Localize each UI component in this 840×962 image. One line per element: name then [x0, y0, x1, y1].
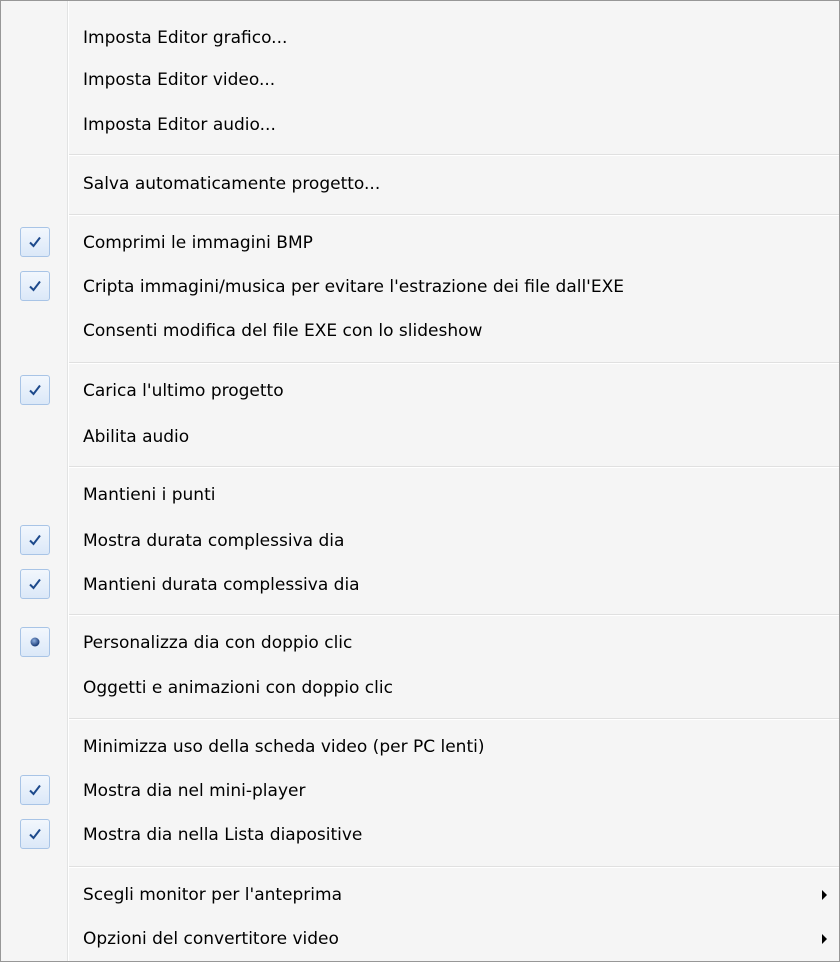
menu-item-scegli-monitor-anteprima[interactable]: Scegli monitor per l'anteprima — [1, 872, 839, 918]
menu-item-mostra-dia-mini-player[interactable]: Mostra dia nel mini-player — [1, 768, 839, 814]
menu-item-label: Abilita audio — [83, 427, 190, 447]
menu-item-label: Mostra dia nella Lista diapositive — [83, 825, 363, 845]
check-mark-icon — [20, 271, 50, 301]
check-mark-icon — [20, 227, 50, 257]
menu-item-carica-ultimo-progetto[interactable]: Carica l'ultimo progetto — [1, 368, 839, 414]
menu-item-mantieni-durata-complessiva[interactable]: Mantieni durata complessiva dia — [1, 562, 839, 608]
menu-separator — [69, 614, 839, 616]
menu-item-label: Consenti modifica del file EXE con lo sl… — [83, 321, 483, 341]
menu-item-label: Cripta immagini/musica per evitare l'est… — [83, 277, 624, 297]
menu-item-label: Mantieni durata complessiva dia — [83, 575, 360, 595]
menu-item-imposta-editor-video[interactable]: Imposta Editor video... — [1, 57, 839, 103]
menu-separator — [69, 866, 839, 868]
check-mark-icon — [20, 525, 50, 555]
check-mark-icon — [20, 375, 50, 405]
submenu-arrow-icon — [822, 890, 827, 900]
menu-separator — [69, 214, 839, 216]
menu-item-mantieni-punti[interactable]: Mantieni i punti — [1, 472, 839, 518]
context-menu: Imposta Editor grafico... Imposta Editor… — [0, 0, 840, 962]
menu-item-label: Salva automaticamente progetto... — [83, 174, 381, 194]
menu-item-minimizza-uso-scheda-video[interactable]: Minimizza uso della scheda video (per PC… — [1, 724, 839, 770]
menu-item-label: Imposta Editor grafico... — [83, 28, 288, 48]
menu-item-label: Personalizza dia con doppio clic — [83, 633, 353, 653]
menu-item-label: Opzioni del convertitore video — [83, 929, 339, 949]
menu-item-personalizza-dia[interactable]: Personalizza dia con doppio clic — [1, 620, 839, 666]
menu-item-label: Minimizza uso della scheda video (per PC… — [83, 737, 485, 757]
menu-item-abilita-audio[interactable]: Abilita audio — [1, 414, 839, 460]
menu-item-label: Comprimi le immagini BMP — [83, 233, 313, 253]
menu-item-label: Carica l'ultimo progetto — [83, 381, 284, 401]
check-mark-icon — [20, 569, 50, 599]
menu-item-comprimi-bmp[interactable]: Comprimi le immagini BMP — [1, 220, 839, 266]
menu-item-imposta-editor-audio[interactable]: Imposta Editor audio... — [1, 102, 839, 148]
menu-item-label: Mantieni i punti — [83, 485, 216, 505]
menu-item-consenti-modifica-exe[interactable]: Consenti modifica del file EXE con lo sl… — [1, 308, 839, 354]
menu-item-mostra-dia-lista-diapositive[interactable]: Mostra dia nella Lista diapositive — [1, 812, 839, 858]
menu-separator — [69, 718, 839, 720]
menu-item-label: Oggetti e animazioni con doppio clic — [83, 678, 393, 698]
menu-separator — [69, 466, 839, 468]
menu-item-label: Mostra dia nel mini-player — [83, 781, 306, 801]
check-mark-icon — [20, 775, 50, 805]
menu-item-imposta-editor-grafico[interactable]: Imposta Editor grafico... — [1, 15, 839, 61]
menu-item-salva-automaticamente[interactable]: Salva automaticamente progetto... — [1, 161, 839, 207]
check-mark-icon — [20, 819, 50, 849]
menu-item-mostra-durata-complessiva[interactable]: Mostra durata complessiva dia — [1, 518, 839, 564]
menu-item-label: Imposta Editor audio... — [83, 115, 276, 135]
menu-item-opzioni-convertitore-video[interactable]: Opzioni del convertitore video — [1, 916, 839, 962]
menu-item-label: Mostra durata complessiva dia — [83, 531, 345, 551]
menu-item-label: Imposta Editor video... — [83, 70, 276, 90]
radio-dot-icon — [20, 627, 50, 657]
menu-item-oggetti-animazioni[interactable]: Oggetti e animazioni con doppio clic — [1, 665, 839, 711]
menu-separator — [69, 154, 839, 156]
menu-item-cripta-immagini[interactable]: Cripta immagini/musica per evitare l'est… — [1, 264, 839, 310]
menu-separator — [69, 362, 839, 364]
menu-item-label: Scegli monitor per l'anteprima — [83, 885, 342, 905]
submenu-arrow-icon — [822, 934, 827, 944]
